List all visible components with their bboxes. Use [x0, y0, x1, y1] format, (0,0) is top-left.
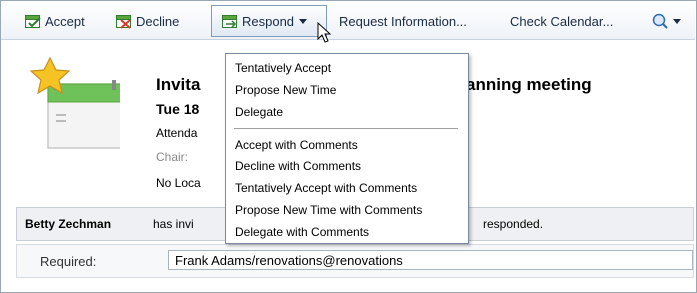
mouse-cursor-icon — [317, 22, 331, 43]
invitation-title-start: Invita — [156, 75, 201, 94]
decline-button[interactable]: Decline — [116, 11, 179, 31]
action-toolbar: Accept Decline Respond Request Informati… — [1, 1, 695, 40]
status-text-start: has invi — [153, 217, 194, 231]
accept-label: Accept — [45, 13, 85, 29]
check-calendar-label: Check Calendar... — [510, 13, 614, 29]
inviter-name: Betty Zechman — [25, 217, 112, 231]
chair-label: Chair: — [156, 150, 189, 164]
search-dropdown-button[interactable] — [652, 11, 681, 31]
chevron-down-icon — [299, 18, 308, 24]
meeting-invitation-icon — [30, 56, 120, 149]
status-text-end: responded. — [483, 217, 544, 231]
respond-inner: Respond — [222, 11, 308, 31]
required-attendees-field[interactable]: Frank Adams/renovations@renovations — [168, 250, 693, 270]
accept-calendar-icon — [25, 14, 41, 28]
invitation-date: Tue 18 — [156, 101, 200, 117]
location-label: No Loca — [156, 176, 201, 190]
invitation-title-end: anning meeting — [466, 75, 592, 94]
accept-button[interactable]: Accept — [25, 11, 85, 31]
required-row: Required: Frank Adams/renovations@renova… — [16, 244, 694, 278]
chevron-down-icon — [673, 18, 681, 24]
menu-item-decline-with-comments[interactable]: Decline with Comments — [235, 159, 361, 173]
attendees-label: Attenda — [156, 126, 198, 140]
decline-calendar-icon — [116, 14, 131, 29]
menu-item-tentatively-accept[interactable]: Tentatively Accept — [235, 61, 331, 75]
menu-item-tentatively-accept-with-comments[interactable]: Tentatively Accept with Comments — [235, 181, 417, 195]
respond-button[interactable]: Respond — [211, 5, 327, 37]
respond-label: Respond — [242, 13, 295, 29]
menu-item-propose-new-time-with-comments[interactable]: Propose New Time with Comments — [235, 203, 422, 217]
check-calendar-button[interactable]: Check Calendar... — [510, 11, 613, 31]
menu-separator — [234, 128, 458, 129]
respond-dropdown-menu: Tentatively Accept Propose New Time Dele… — [225, 53, 469, 244]
respond-calendar-icon — [222, 14, 237, 28]
menu-item-accept-with-comments[interactable]: Accept with Comments — [235, 138, 358, 152]
request-information-button[interactable]: Request Information... — [339, 11, 467, 31]
decline-label: Decline — [136, 13, 180, 29]
menu-item-propose-new-time[interactable]: Propose New Time — [235, 83, 336, 97]
menu-item-delegate[interactable]: Delegate — [235, 105, 283, 119]
required-label: Required: — [40, 254, 97, 269]
request-information-label: Request Information... — [339, 13, 467, 29]
menu-item-delegate-with-comments[interactable]: Delegate with Comments — [235, 225, 369, 239]
search-icon — [652, 13, 668, 29]
